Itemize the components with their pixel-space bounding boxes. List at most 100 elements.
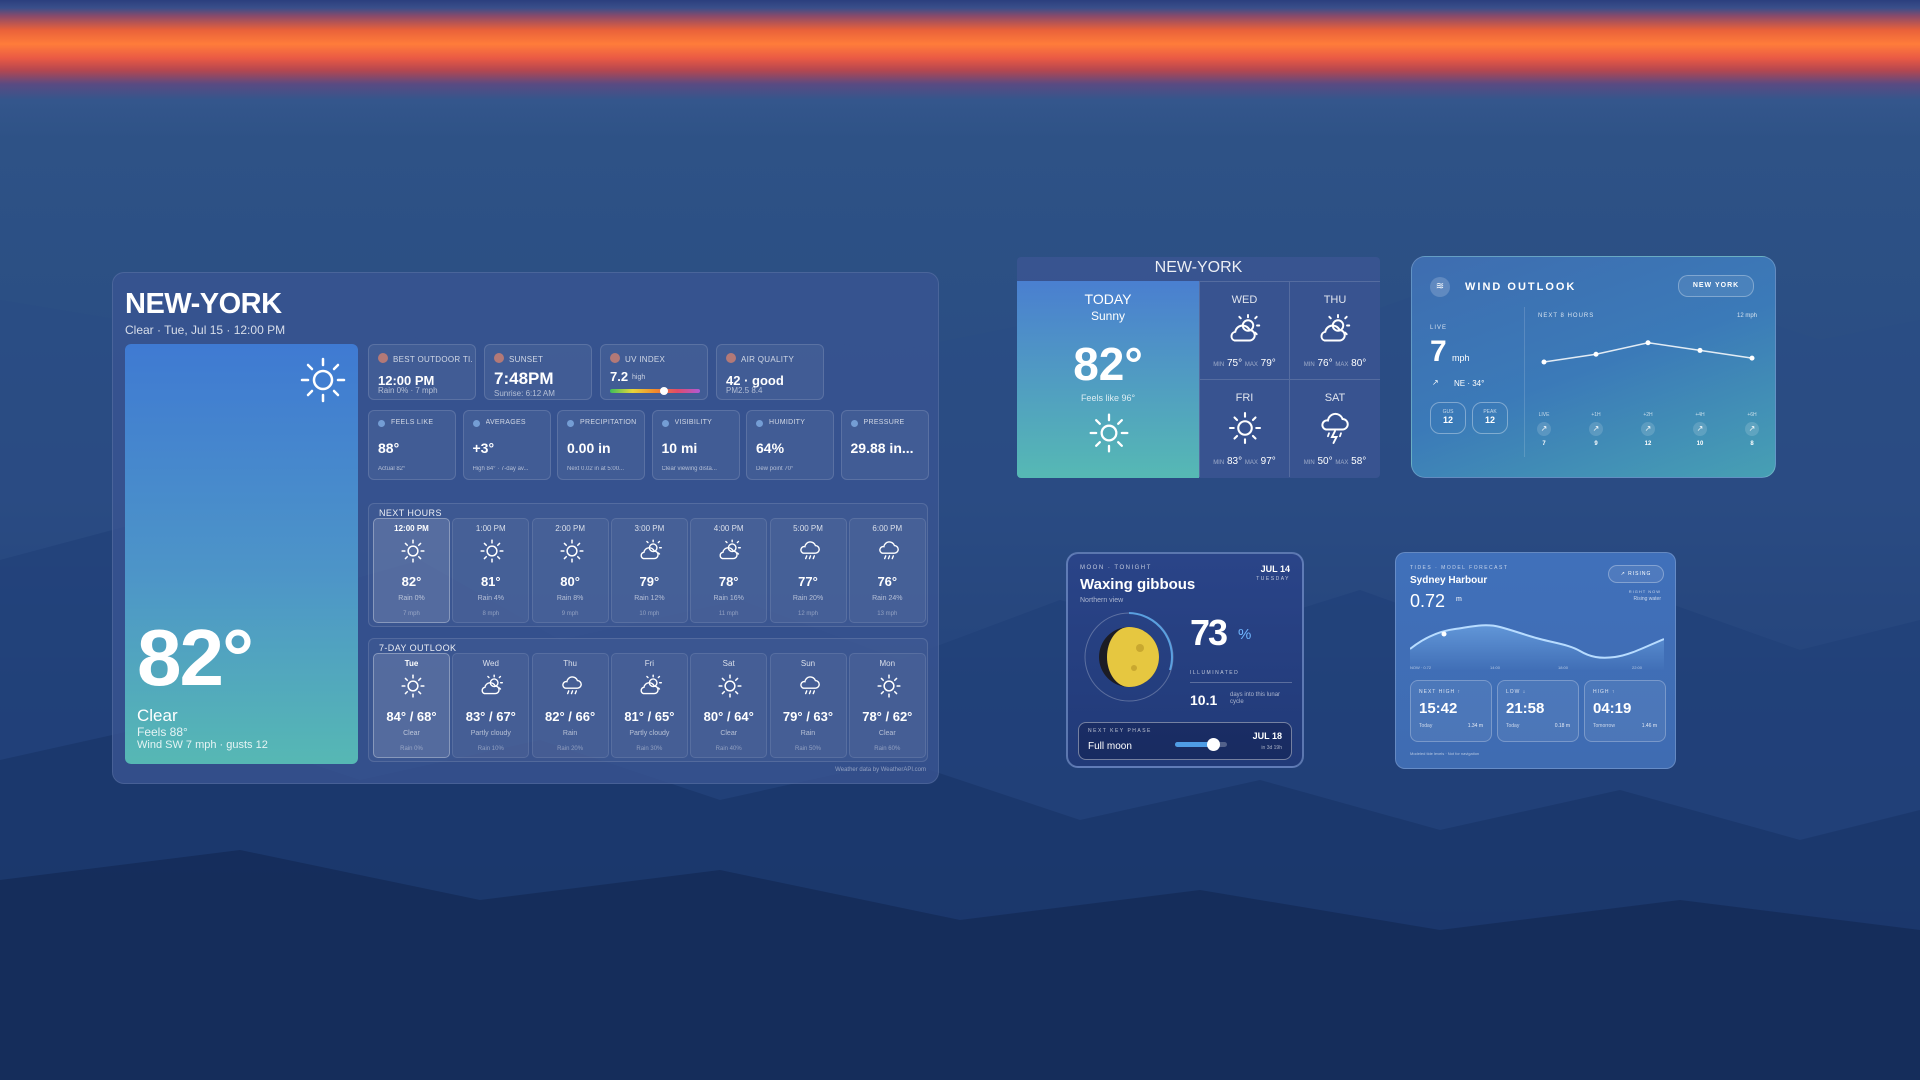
min-label: MIN bbox=[1303, 460, 1315, 466]
hour-label: 3:00 PM bbox=[634, 524, 665, 533]
tile-best-outdoor-ti[interactable]: BEST OUTDOOR TI... 12:00 PM Rain 0% · 7 mp… bbox=[368, 344, 476, 400]
max-temp: 80° bbox=[1351, 358, 1367, 369]
peak-chip: PEAK 12 bbox=[1472, 402, 1508, 434]
partly-icon bbox=[479, 673, 505, 704]
day-cell[interactable]: Mon 78° / 62° Clear Rain 60% bbox=[848, 653, 926, 758]
today-condition: Sunny bbox=[1090, 309, 1126, 323]
hour-cell[interactable]: 6:00 PM 76° Rain 24% 13 mph bbox=[848, 518, 926, 623]
wind-city-pill[interactable]: NEW YORK bbox=[1678, 275, 1754, 297]
day-cell[interactable]: Sun 79° / 63° Rain Rain 50% bbox=[769, 653, 847, 758]
next-phase-label: NEXT KEY PHASE bbox=[1088, 728, 1152, 734]
rising-pill[interactable]: ↗ RISING bbox=[1608, 565, 1664, 583]
tile-pressure[interactable]: PRESSURE 29.88 in... bbox=[840, 410, 929, 480]
partly-icon bbox=[1317, 312, 1353, 353]
tile-label: SUNSET bbox=[509, 355, 544, 364]
thermometer-icon bbox=[378, 420, 385, 427]
phase-progress-track bbox=[1175, 738, 1227, 751]
tile-uv-index[interactable]: UV INDEX 7.2 high bbox=[600, 344, 708, 400]
next-phase-box[interactable]: NEXT KEY PHASE Full moon JUL 18 in 3d 19… bbox=[1078, 722, 1292, 760]
sun-icon bbox=[876, 673, 902, 704]
tile-averages[interactable]: AVERAGES +3° High 84° · 7-day av... bbox=[462, 410, 551, 480]
tile-sunset[interactable]: SUNSET 7:48PM Sunrise: 6:12 AM bbox=[484, 344, 592, 400]
hour-temp: 76° bbox=[877, 574, 898, 589]
forecast-min-max: MIN 76° MAX 80° bbox=[1290, 358, 1380, 369]
live-label: LIVE bbox=[1430, 325, 1448, 331]
air-icon bbox=[726, 353, 736, 363]
data-credit: Weather data by WeatherAPI.com bbox=[835, 767, 926, 773]
forecast-day-fri[interactable]: FRI MIN 83° MAX 97° bbox=[1199, 379, 1289, 477]
wind-column-label: +6H bbox=[1747, 412, 1757, 418]
max-label: MAX bbox=[1244, 362, 1258, 368]
tide-axis-label: 18:00 bbox=[1558, 665, 1569, 670]
umbrella-icon bbox=[567, 420, 574, 427]
tile-visibility[interactable]: VISIBILITY 10 mi Clear viewing dista... bbox=[651, 410, 740, 480]
hour-cell[interactable]: 4:00 PM 78° Rain 16% 11 mph bbox=[690, 518, 768, 623]
tile-precipitation[interactable]: PRECIPITATION 0.00 in Next 0.02 in at 5:00… bbox=[557, 410, 645, 480]
tile-feels-like[interactable]: FEELS LIKE 88° Actual 82° bbox=[368, 410, 456, 480]
min-temp: 76° bbox=[1317, 358, 1333, 369]
max-temp: 79° bbox=[1260, 358, 1276, 369]
hour-label: 6:00 PM bbox=[872, 524, 903, 533]
today-feels: Feels like 96° bbox=[1080, 393, 1136, 403]
forecast-day-sat[interactable]: SAT MIN 50° MAX 58° bbox=[1289, 379, 1380, 477]
tile-value: 0.00 in bbox=[567, 440, 611, 456]
tide-event-label: HIGH ↑ bbox=[1593, 689, 1616, 695]
next-phase-note: in 3d 19h bbox=[1261, 745, 1282, 751]
day-temp: 82° / 66° bbox=[545, 709, 596, 724]
hour-temp: 77° bbox=[798, 574, 818, 589]
hour-cell[interactable]: 3:00 PM 79° Rain 12% 10 mph bbox=[610, 518, 688, 623]
current-subtitle: Clear · Tue, Jul 15 · 12:00 PM bbox=[125, 323, 286, 337]
tile-humidity[interactable]: HUMIDITY 64% Dew point 70° bbox=[746, 410, 834, 480]
forecast-day-thu[interactable]: THU MIN 76° MAX 80° bbox=[1289, 281, 1380, 379]
hour-cell[interactable]: 2:00 PM 80° Rain 8% 9 mph bbox=[531, 518, 609, 623]
forecast-day-label: FRI bbox=[1235, 392, 1254, 404]
day-condition: Rain bbox=[800, 730, 816, 737]
tides-footer: Modeled tide levels · Not for navigation bbox=[1410, 751, 1480, 756]
wind-column-value: 10 bbox=[1696, 441, 1704, 447]
wind-column: +6H ↗ 8 bbox=[1740, 412, 1764, 447]
day-label: Sun bbox=[800, 659, 816, 668]
tide-event-label: LOW ↓ bbox=[1506, 689, 1527, 695]
hour-cell[interactable]: 12:00 PM 82° Rain 0% 7 mph bbox=[373, 518, 450, 623]
rain-icon bbox=[797, 538, 823, 569]
day-cell[interactable]: Tue 84° / 68° Clear Rain 0% bbox=[373, 653, 450, 758]
tide-event-time: 04:19 bbox=[1593, 700, 1632, 717]
current-conditions-panel[interactable]: 82° Clear Feels 88° Wind SW 7 mph · gust… bbox=[125, 344, 358, 764]
hourly-title: NEXT HOURS bbox=[379, 508, 442, 518]
phase-progress-knob[interactable] bbox=[1206, 738, 1220, 751]
day-cell[interactable]: Fri 81° / 65° Partly cloudy Rain 30% bbox=[610, 653, 688, 758]
tide-axis-label: NOW · 0.72 bbox=[1410, 665, 1432, 670]
forecast-today[interactable]: TODAY Sunny 82° Feels like 96° bbox=[1017, 281, 1199, 478]
tide-unit: m bbox=[1456, 596, 1462, 603]
tile-value: 88° bbox=[378, 440, 400, 456]
tide-event-day: Tomorrow bbox=[1593, 723, 1615, 729]
tide-event-box[interactable]: HIGH ↑ 04:19 Tomorrow 1.46 m bbox=[1584, 680, 1666, 742]
sun-icon bbox=[479, 538, 505, 569]
day-cell[interactable]: Sat 80° / 64° Clear Rain 40% bbox=[690, 653, 768, 758]
tile-value: 10 mi bbox=[661, 440, 698, 456]
wind-column-label: +1H bbox=[1591, 412, 1601, 418]
rain-chance: Rain 4% bbox=[477, 595, 505, 602]
max-temp: 58° bbox=[1351, 456, 1367, 467]
tide-event-box[interactable]: NEXT HIGH ↑ 15:42 Today 1.34 m bbox=[1410, 680, 1492, 742]
illuminated-label: ILLUMINATED bbox=[1190, 670, 1240, 676]
wind-speed: 10 mph bbox=[639, 611, 660, 617]
rain-chance: Rain 20% bbox=[557, 746, 584, 752]
uv-icon bbox=[610, 353, 620, 363]
hour-cell[interactable]: 1:00 PM 81° Rain 4% 8 mph bbox=[452, 518, 530, 623]
hour-cell[interactable]: 5:00 PM 77° Rain 20% 12 mph bbox=[769, 518, 847, 623]
hour-label: 1:00 PM bbox=[475, 524, 506, 533]
sun-icon bbox=[400, 673, 426, 704]
wind-title: WIND OUTLOOK bbox=[1465, 281, 1577, 293]
tide-event-box[interactable]: LOW ↓ 21:58 Today 0.18 m bbox=[1497, 680, 1579, 742]
wind-unit: mph bbox=[1452, 353, 1470, 363]
rain-chance: Rain 0% bbox=[400, 746, 423, 752]
rain-chance: Rain 24% bbox=[872, 595, 903, 602]
moon-phase: Waxing gibbous bbox=[1080, 576, 1196, 593]
day-cell[interactable]: Thu 82° / 66° Rain Rain 20% bbox=[531, 653, 609, 758]
forecast-day-wed[interactable]: WED MIN 75° MAX 79° bbox=[1199, 281, 1289, 379]
day-cell[interactable]: Wed 83° / 67° Partly cloudy Rain 10% bbox=[452, 653, 530, 758]
tile-air-quality[interactable]: AIR QUALITY 42 · good PM2.5 8.4 bbox=[716, 344, 824, 400]
rain-chance: Rain 12% bbox=[634, 595, 665, 602]
current-condition: Clear bbox=[137, 706, 178, 725]
